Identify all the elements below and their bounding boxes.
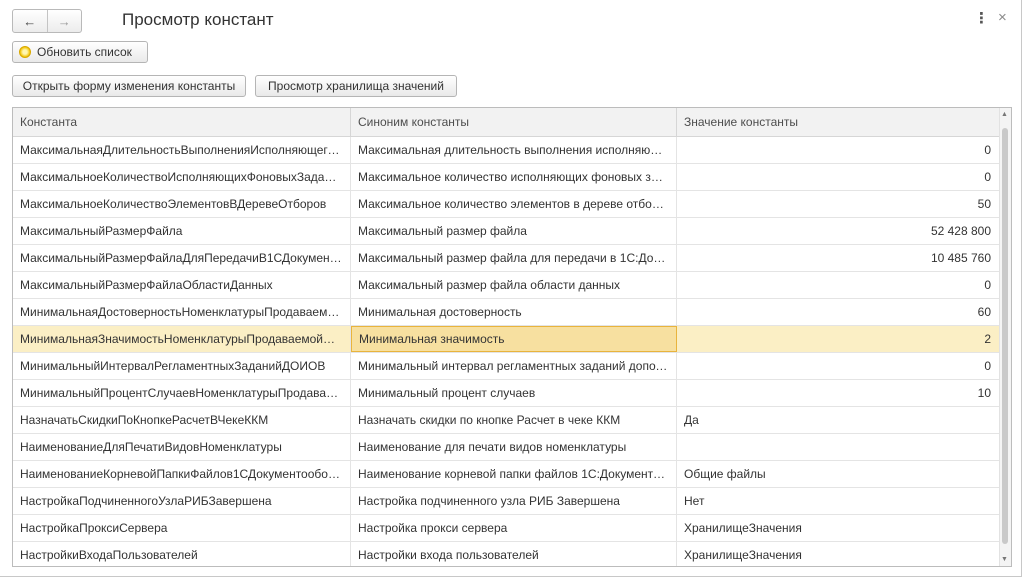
constant-synonym-cell[interactable]: Наименование для печати видов номенклату… bbox=[351, 434, 677, 460]
forward-button[interactable]: → bbox=[46, 10, 82, 32]
constant-value-cell[interactable]: 0 bbox=[677, 137, 999, 163]
constant-synonym-cell[interactable]: Минимальный интервал регламентных задани… bbox=[351, 353, 677, 379]
table-row[interactable]: МаксимальныйРазмерФайлаДляПередачиВ1СДок… bbox=[13, 245, 999, 272]
navigation-buttons: ← → bbox=[12, 9, 82, 33]
constant-synonym-cell[interactable]: Назначать скидки по кнопке Расчет в чеке… bbox=[351, 407, 677, 433]
scroll-down-icon[interactable]: ▼ bbox=[1001, 556, 1008, 563]
constant-value-cell[interactable]: 10 bbox=[677, 380, 999, 406]
column-header-value[interactable]: Значение константы bbox=[677, 108, 999, 136]
table-row[interactable]: МаксимальныйРазмерФайла Максимальный разм… bbox=[13, 218, 999, 245]
column-header-synonym[interactable]: Синоним константы bbox=[351, 108, 677, 136]
constant-value-cell[interactable] bbox=[677, 434, 999, 460]
close-icon[interactable]: × bbox=[998, 10, 1007, 26]
constant-value-cell[interactable]: 60 bbox=[677, 299, 999, 325]
constant-value-cell[interactable]: 0 bbox=[677, 353, 999, 379]
open-change-form-button[interactable]: Открыть форму изменения константы bbox=[12, 75, 246, 97]
table-row[interactable]: НастройкаПроксиСервера Настройка прокси с… bbox=[13, 515, 999, 542]
constant-value-cell[interactable]: 10 485 760 bbox=[677, 245, 999, 271]
scroll-thumb[interactable] bbox=[1002, 128, 1008, 544]
constant-name-cell[interactable]: МаксимальныйРазмерФайлаДляПередачиВ1СДок… bbox=[13, 245, 351, 271]
table-row[interactable]: НаименованиеКорневойПапкиФайлов1СДокумен… bbox=[13, 461, 999, 488]
table-row[interactable]: НастройкиВходаПользователей Настройки вхо… bbox=[13, 542, 999, 566]
constants-table[interactable]: Константа Синоним константы Значение кон… bbox=[12, 107, 1012, 567]
back-button[interactable]: ← bbox=[13, 10, 47, 32]
constant-value-cell[interactable]: 2 bbox=[677, 326, 999, 352]
constant-synonym-cell[interactable]: Минимальная значимость bbox=[351, 326, 677, 352]
constant-value-cell[interactable]: Нет bbox=[677, 488, 999, 514]
constant-synonym-cell[interactable]: Минимальный процент случаев bbox=[351, 380, 677, 406]
table-row[interactable]: НастройкаПодчиненногоУзлаРИБЗавершена Нас… bbox=[13, 488, 999, 515]
vertical-scrollbar[interactable]: ▲ ▼ bbox=[999, 108, 1011, 566]
constant-value-cell[interactable]: 50 bbox=[677, 191, 999, 217]
constant-name-cell[interactable]: НастройкаПроксиСервера bbox=[13, 515, 351, 541]
constant-name-cell[interactable]: МинимальныйИнтервалРегламентныхЗаданийДО… bbox=[13, 353, 351, 379]
constant-value-cell[interactable]: Общие файлы bbox=[677, 461, 999, 487]
table-body: МаксимальнаяДлительностьВыполненияИсполн… bbox=[13, 137, 999, 566]
constant-synonym-cell[interactable]: Максимальный размер файла bbox=[351, 218, 677, 244]
constant-name-cell[interactable]: МаксимальноеКоличествоЭлементовВДеревеОт… bbox=[13, 191, 351, 217]
table-row[interactable]: МинимальнаяЗначимостьНоменклатурыПродава… bbox=[13, 326, 999, 353]
constant-name-cell[interactable]: НаименованиеДляПечатиВидовНоменклатуры bbox=[13, 434, 351, 460]
constant-value-cell[interactable]: 0 bbox=[677, 164, 999, 190]
constant-name-cell[interactable]: НаименованиеКорневойПапкиФайлов1СДокумен… bbox=[13, 461, 351, 487]
table-row[interactable]: МаксимальноеКоличествоЭлементовВДеревеОт… bbox=[13, 191, 999, 218]
constant-name-cell[interactable]: НастройкаПодчиненногоУзлаРИБЗавершена bbox=[13, 488, 351, 514]
constant-synonym-cell[interactable]: Настройка прокси сервера bbox=[351, 515, 677, 541]
constant-name-cell[interactable]: МинимальныйПроцентСлучаевНоменклатурыПро… bbox=[13, 380, 351, 406]
view-value-storage-button[interactable]: Просмотр хранилища значений bbox=[255, 75, 457, 97]
constant-synonym-cell[interactable]: Минимальная достоверность bbox=[351, 299, 677, 325]
table-row[interactable]: НаименованиеДляПечатиВидовНоменклатуры На… bbox=[13, 434, 999, 461]
refresh-list-label: Обновить список bbox=[37, 45, 132, 59]
constant-value-cell[interactable]: ХранилищеЗначения bbox=[677, 542, 999, 566]
constant-value-cell[interactable]: ХранилищеЗначения bbox=[677, 515, 999, 541]
table-row[interactable]: МаксимальныйРазмерФайлаОбластиДанных Макс… bbox=[13, 272, 999, 299]
constant-name-cell[interactable]: НазначатьСкидкиПоКнопкеРасчетВЧекеККМ bbox=[13, 407, 351, 433]
constant-name-cell[interactable]: МаксимальноеКоличествоИсполняющихФоновых… bbox=[13, 164, 351, 190]
table-row[interactable]: МаксимальноеКоличествоИсполняющихФоновых… bbox=[13, 164, 999, 191]
constant-synonym-cell[interactable]: Максимальное количество исполняющих фоно… bbox=[351, 164, 677, 190]
table-row[interactable]: МинимальныйПроцентСлучаевНоменклатурыПро… bbox=[13, 380, 999, 407]
constant-name-cell[interactable]: МаксимальныйРазмерФайлаОбластиДанных bbox=[13, 272, 351, 298]
constant-synonym-cell[interactable]: Максимальное количество элементов в дере… bbox=[351, 191, 677, 217]
refresh-icon bbox=[19, 46, 31, 58]
constant-value-cell[interactable]: 52 428 800 bbox=[677, 218, 999, 244]
constant-synonym-cell[interactable]: Наименование корневой папки файлов 1С:До… bbox=[351, 461, 677, 487]
constant-name-cell[interactable]: МинимальнаяЗначимостьНоменклатурыПродава… bbox=[13, 326, 351, 352]
constant-name-cell[interactable]: МаксимальныйРазмерФайла bbox=[13, 218, 351, 244]
table-header: Константа Синоним константы Значение кон… bbox=[13, 108, 999, 137]
constant-synonym-cell[interactable]: Максимальная длительность выполнения исп… bbox=[351, 137, 677, 163]
page-title: Просмотр констант bbox=[122, 10, 274, 29]
constants-window: ← → Просмотр констант ⋮ × Обновить списо… bbox=[0, 0, 1022, 577]
constant-value-cell[interactable]: Да bbox=[677, 407, 999, 433]
constant-name-cell[interactable]: МинимальнаяДостоверностьНоменклатурыПрод… bbox=[13, 299, 351, 325]
constant-name-cell[interactable]: МаксимальнаяДлительностьВыполненияИсполн… bbox=[13, 137, 351, 163]
constant-synonym-cell[interactable]: Максимальный размер файла области данных bbox=[351, 272, 677, 298]
scroll-up-icon[interactable]: ▲ bbox=[1001, 111, 1008, 118]
constant-synonym-cell[interactable]: Максимальный размер файла для передачи в… bbox=[351, 245, 677, 271]
constant-synonym-cell[interactable]: Настройка подчиненного узла РИБ Завершен… bbox=[351, 488, 677, 514]
column-header-constant[interactable]: Константа bbox=[13, 108, 351, 136]
more-menu-icon[interactable]: ⋮ bbox=[974, 11, 989, 27]
table-row[interactable]: МинимальныйИнтервалРегламентныхЗаданийДО… bbox=[13, 353, 999, 380]
constant-synonym-cell[interactable]: Настройки входа пользователей bbox=[351, 542, 677, 566]
constant-name-cell[interactable]: НастройкиВходаПользователей bbox=[13, 542, 351, 566]
refresh-list-button[interactable]: Обновить список bbox=[12, 41, 148, 63]
constant-value-cell[interactable]: 0 bbox=[677, 272, 999, 298]
table-row[interactable]: НазначатьСкидкиПоКнопкеРасчетВЧекеККМ Наз… bbox=[13, 407, 999, 434]
table-row[interactable]: МинимальнаяДостоверностьНоменклатурыПрод… bbox=[13, 299, 999, 326]
table-row[interactable]: МаксимальнаяДлительностьВыполненияИсполн… bbox=[13, 137, 999, 164]
